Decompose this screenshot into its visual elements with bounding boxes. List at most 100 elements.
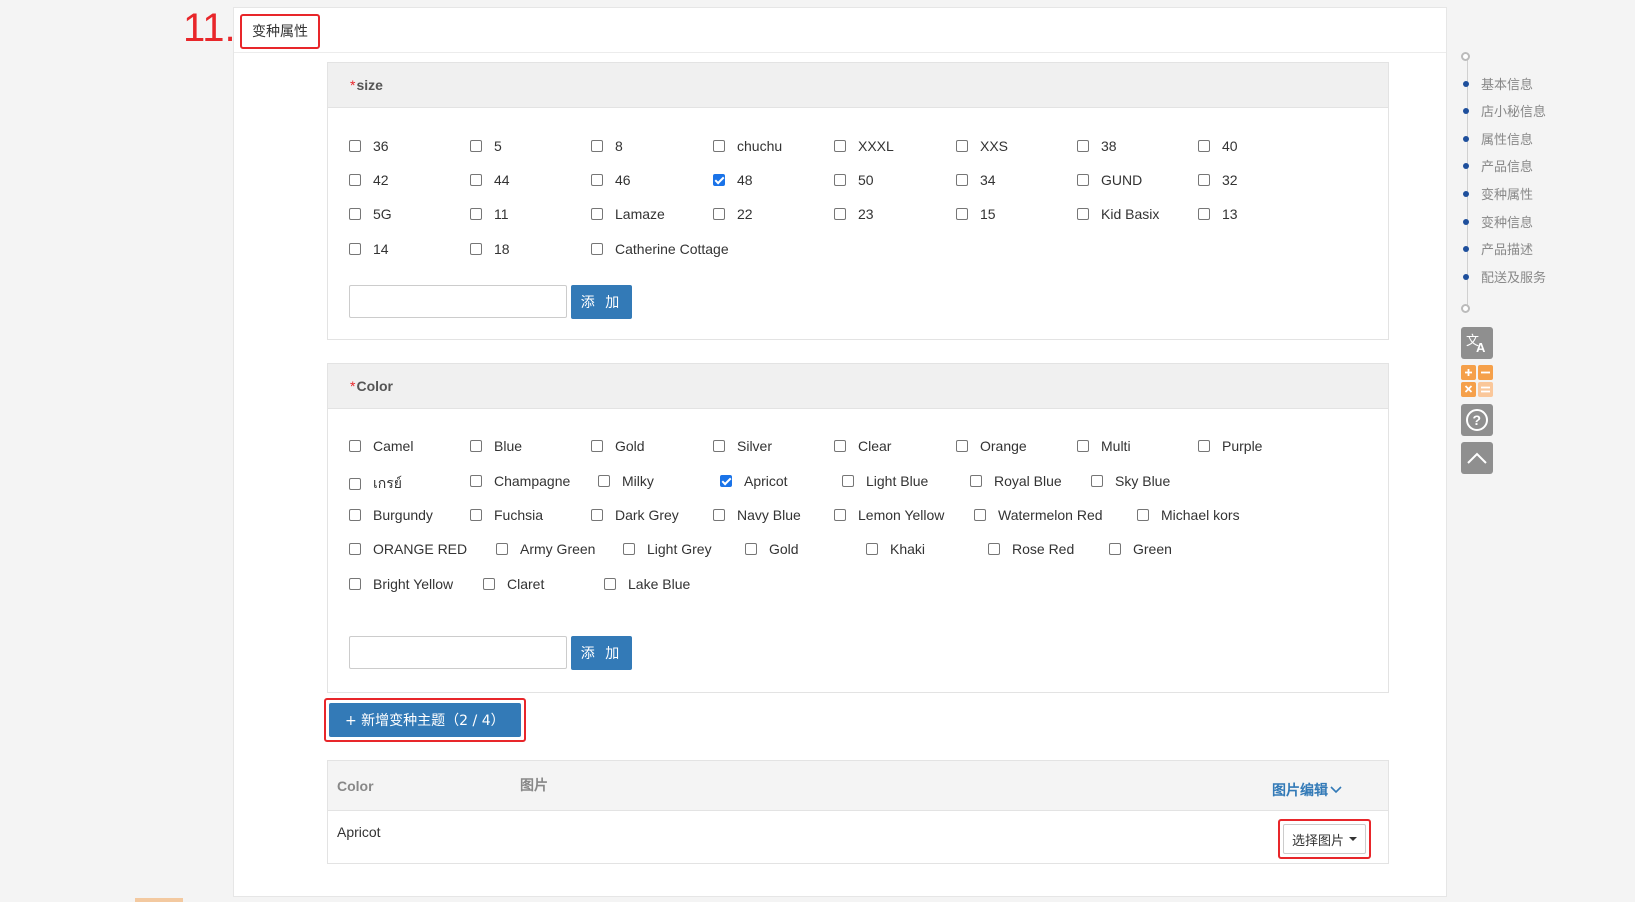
color-option[interactable]: Gold — [591, 438, 645, 454]
color-option[interactable]: Khaki — [866, 541, 925, 557]
size-checkbox[interactable] — [956, 174, 968, 186]
size-checkbox[interactable] — [834, 208, 846, 220]
color-option[interactable]: Light Blue — [842, 473, 928, 489]
color-option[interactable]: Watermelon Red — [974, 507, 1103, 523]
color-option[interactable]: Navy Blue — [713, 507, 801, 523]
calculator-tool-button[interactable] — [1461, 365, 1493, 397]
color-add-input[interactable] — [349, 636, 567, 669]
color-option[interactable]: Dark Grey — [591, 507, 679, 523]
color-option[interactable]: Milky — [598, 473, 654, 489]
color-checkbox[interactable] — [713, 440, 725, 452]
color-checkbox[interactable] — [956, 440, 968, 452]
size-checkbox[interactable] — [956, 140, 968, 152]
color-add-button[interactable]: 添 加 — [571, 636, 632, 670]
size-option[interactable]: Lamaze — [591, 206, 665, 222]
size-checkbox[interactable] — [591, 140, 603, 152]
size-checkbox[interactable] — [713, 174, 725, 186]
color-checkbox[interactable] — [349, 509, 361, 521]
size-option[interactable]: 38 — [1077, 138, 1117, 154]
color-option[interactable]: Sky Blue — [1091, 473, 1170, 489]
color-option[interactable]: Blue — [470, 438, 522, 454]
color-checkbox[interactable] — [598, 475, 610, 487]
color-checkbox[interactable] — [713, 509, 725, 521]
size-checkbox[interactable] — [713, 140, 725, 152]
color-option[interactable]: Light Grey — [623, 541, 712, 557]
size-checkbox[interactable] — [1077, 140, 1089, 152]
size-option[interactable]: 46 — [591, 172, 631, 188]
size-option[interactable]: 36 — [349, 138, 389, 154]
color-option[interactable]: Gold — [745, 541, 799, 557]
color-option[interactable]: Lake Blue — [604, 576, 690, 592]
color-checkbox[interactable] — [988, 543, 1000, 555]
size-option[interactable]: 13 — [1198, 206, 1238, 222]
color-checkbox[interactable] — [1109, 543, 1121, 555]
size-checkbox[interactable] — [591, 174, 603, 186]
color-option[interactable]: Michael kors — [1137, 507, 1240, 523]
size-option[interactable]: 44 — [470, 172, 510, 188]
color-option[interactable]: Purple — [1198, 438, 1262, 454]
size-checkbox[interactable] — [591, 208, 603, 220]
color-checkbox[interactable] — [483, 578, 495, 590]
size-option[interactable]: 15 — [956, 206, 996, 222]
size-option[interactable]: 8 — [591, 138, 623, 154]
color-checkbox[interactable] — [1077, 440, 1089, 452]
translate-tool-button[interactable]: 文 A — [1461, 327, 1493, 359]
color-option[interactable]: Multi — [1077, 438, 1131, 454]
color-checkbox[interactable] — [866, 543, 878, 555]
size-option[interactable]: 22 — [713, 206, 753, 222]
size-checkbox[interactable] — [349, 243, 361, 255]
size-option[interactable]: 11 — [470, 206, 509, 222]
nav-item[interactable]: 变种信息 — [1460, 212, 1533, 231]
image-edit-dropdown[interactable]: 图片编辑 — [1272, 780, 1342, 800]
size-option[interactable]: 42 — [349, 172, 389, 188]
size-option[interactable]: chuchu — [713, 138, 782, 154]
color-option[interactable]: Clear — [834, 438, 891, 454]
color-checkbox[interactable] — [834, 509, 846, 521]
color-option[interactable]: Lemon Yellow — [834, 507, 944, 523]
color-option[interactable]: Green — [1109, 541, 1172, 557]
size-checkbox[interactable] — [1198, 208, 1210, 220]
color-option[interactable]: เกรย์ — [349, 473, 402, 495]
color-checkbox[interactable] — [470, 440, 482, 452]
nav-item[interactable]: 产品描述 — [1460, 239, 1533, 258]
size-option[interactable]: XXXL — [834, 138, 894, 154]
color-checkbox[interactable] — [349, 578, 361, 590]
size-checkbox[interactable] — [1198, 174, 1210, 186]
size-option[interactable]: GUND — [1077, 172, 1142, 188]
color-option[interactable]: ORANGE RED — [349, 541, 467, 557]
size-option[interactable]: 23 — [834, 206, 874, 222]
size-option[interactable]: XXS — [956, 138, 1008, 154]
color-checkbox[interactable] — [720, 475, 732, 487]
nav-item[interactable]: 配送及服务 — [1460, 267, 1546, 286]
color-checkbox[interactable] — [745, 543, 757, 555]
size-option[interactable]: Kid Basix — [1077, 206, 1159, 222]
size-checkbox[interactable] — [591, 243, 603, 255]
size-checkbox[interactable] — [1077, 174, 1089, 186]
nav-item[interactable]: 店小秘信息 — [1460, 101, 1546, 120]
size-checkbox[interactable] — [1198, 140, 1210, 152]
size-option[interactable]: 32 — [1198, 172, 1238, 188]
color-option[interactable]: Burgundy — [349, 507, 433, 523]
size-option[interactable]: Catherine Cottage — [591, 241, 729, 257]
nav-item[interactable]: 基本信息 — [1460, 74, 1533, 93]
size-option[interactable]: 50 — [834, 172, 874, 188]
color-option[interactable]: Champagne — [470, 473, 570, 489]
size-checkbox[interactable] — [956, 208, 968, 220]
size-checkbox[interactable] — [470, 208, 482, 220]
size-checkbox[interactable] — [834, 174, 846, 186]
color-option[interactable]: Bright Yellow — [349, 576, 453, 592]
color-checkbox[interactable] — [1137, 509, 1149, 521]
size-checkbox[interactable] — [1077, 208, 1089, 220]
size-add-input[interactable] — [349, 285, 567, 318]
color-option[interactable]: Royal Blue — [970, 473, 1062, 489]
color-checkbox[interactable] — [470, 475, 482, 487]
select-image-button[interactable]: 选择图片 — [1282, 824, 1366, 854]
color-checkbox[interactable] — [591, 509, 603, 521]
color-checkbox[interactable] — [842, 475, 854, 487]
color-option[interactable]: Orange — [956, 438, 1027, 454]
size-checkbox[interactable] — [470, 140, 482, 152]
size-checkbox[interactable] — [349, 208, 361, 220]
add-variant-theme-button[interactable]: + 新增变种主题（2 / 4） — [329, 703, 521, 737]
help-tool-button[interactable]: ? — [1461, 404, 1493, 436]
size-option[interactable]: 5G — [349, 206, 392, 222]
